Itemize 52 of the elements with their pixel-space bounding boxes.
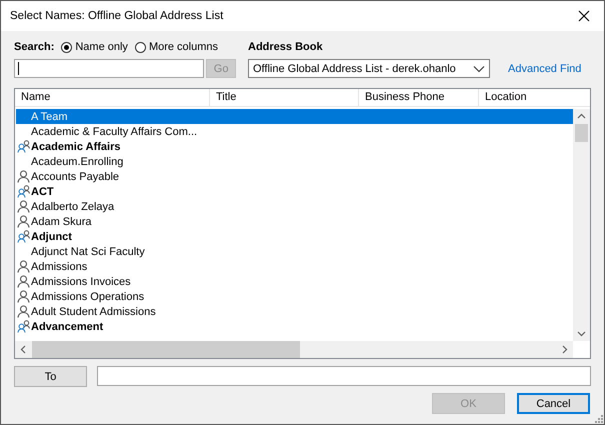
chevron-down-icon	[473, 64, 485, 72]
scroll-thumb[interactable]	[32, 341, 300, 358]
list-row[interactable]: Accounts Payable	[16, 169, 573, 184]
scroll-down-icon	[577, 331, 586, 337]
list-row[interactable]: Academic Affairs	[16, 139, 573, 154]
person-icon	[17, 305, 30, 318]
person-icon	[17, 215, 30, 228]
search-field[interactable]	[14, 59, 204, 78]
column-header[interactable]: Location	[479, 89, 590, 106]
list-row[interactable]: Admissions Invoices	[16, 274, 573, 289]
person-icon	[17, 290, 30, 303]
scroll-up-icon	[577, 113, 586, 119]
horizontal-scrollbar[interactable]	[15, 341, 573, 358]
list-row[interactable]: Admissions Operations	[16, 289, 573, 304]
list-row[interactable]: Admissions	[16, 259, 573, 274]
close-icon	[578, 10, 590, 22]
list-row[interactable]: Adam Skura	[16, 214, 573, 229]
window-title: Select Names: Offline Global Address List	[10, 10, 224, 22]
list-row[interactable]: Adalberto Zelaya	[16, 199, 573, 214]
column-header[interactable]: Title	[210, 89, 359, 106]
vertical-scrollbar[interactable]	[573, 109, 590, 341]
to-button[interactable]: To	[14, 366, 87, 387]
radio-option[interactable]: Name only	[61, 41, 128, 53]
search-label: Search:	[14, 41, 54, 53]
group-icon	[16, 230, 30, 243]
resize-grip-icon	[595, 415, 603, 423]
person-icon	[17, 200, 30, 213]
scroll-right-icon	[562, 345, 568, 354]
group-icon	[16, 185, 30, 198]
group-icon	[16, 140, 30, 153]
list-row[interactable]: A Team	[16, 109, 573, 124]
person-icon	[17, 275, 30, 288]
address-book-label: Address Book	[248, 40, 324, 55]
advanced-find-link[interactable]: Advanced Find	[508, 63, 582, 75]
column-header[interactable]: Name	[15, 89, 210, 106]
group-icon	[16, 320, 30, 333]
to-field[interactable]	[97, 366, 591, 386]
person-icon	[17, 170, 30, 183]
list-row[interactable]: Adjunct Nat Sci Faculty	[16, 244, 573, 259]
list-row[interactable]: Adjunct	[16, 229, 573, 244]
column-header[interactable]: Business Phone	[359, 89, 479, 106]
list-row[interactable]: Academic & Faculty Affairs Com...	[16, 124, 573, 139]
scroll-left-icon	[20, 345, 26, 354]
list-row[interactable]: ACT	[16, 184, 573, 199]
list-row[interactable]: Acadeum.Enrolling	[16, 154, 573, 169]
dialog-button[interactable]: Cancel	[517, 393, 590, 414]
radio-option[interactable]: More columns	[134, 41, 218, 53]
scroll-thumb[interactable]	[575, 124, 588, 142]
list-row[interactable]: Adult Student Admissions	[16, 304, 573, 319]
address-book-dropdown[interactable]: Offline Global Address List - derek.ohanlo	[248, 59, 490, 78]
person-icon	[17, 260, 30, 273]
list-row[interactable]: Advancement	[16, 319, 573, 334]
